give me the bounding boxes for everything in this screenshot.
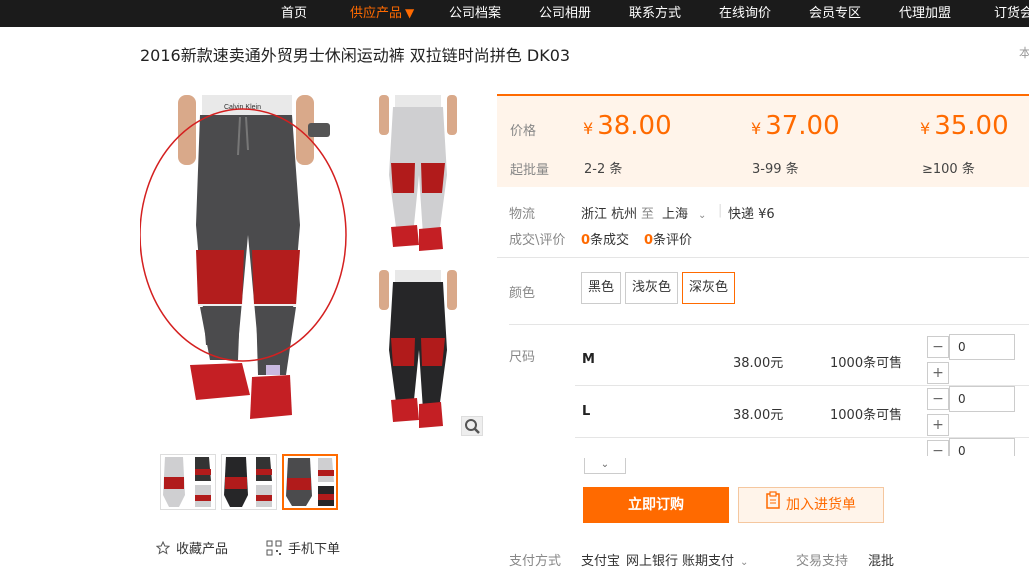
logistics-to-word: 至 bbox=[641, 203, 654, 222]
chevron-down-icon: ⌄ bbox=[740, 557, 748, 568]
price-label: 价格 bbox=[510, 120, 536, 139]
logistics-destination[interactable]: 上海⌄ bbox=[662, 203, 706, 222]
payment-credit[interactable]: 账期支付⌄ bbox=[682, 550, 748, 569]
thumbnail-black-art bbox=[222, 455, 276, 509]
nav-contact[interactable]: 联系方式 bbox=[629, 0, 681, 27]
deals-label: 成交\评价 bbox=[509, 229, 565, 248]
favorite-label: 收藏产品 bbox=[176, 542, 228, 557]
star-icon bbox=[156, 541, 170, 559]
thumbnail-light-gray-art bbox=[161, 455, 215, 509]
nav-order-fair[interactable]: 订货会 bbox=[994, 0, 1029, 27]
chevron-down-icon: ⌄ bbox=[698, 210, 706, 221]
reviews-count[interactable]: 0条评价 bbox=[644, 229, 692, 248]
thumbnail-black[interactable] bbox=[221, 454, 277, 510]
thumbnail-light-gray[interactable] bbox=[160, 454, 216, 510]
nav-members[interactable]: 会员专区 bbox=[809, 0, 861, 27]
payment-online-bank: 网上银行 bbox=[626, 550, 678, 569]
expand-sizes-button[interactable]: ⌄ bbox=[584, 458, 626, 474]
nav-products-label: 供应产品 bbox=[350, 6, 402, 21]
thumbnail-dark-gray[interactable] bbox=[282, 454, 338, 510]
nav-home[interactable]: 首页 bbox=[281, 0, 307, 27]
color-option-black[interactable]: 黑色 bbox=[581, 272, 621, 304]
favorite-product[interactable]: 收藏产品 bbox=[156, 538, 228, 559]
price-tier-3: ¥35.00 bbox=[920, 111, 1009, 141]
decrease-button[interactable]: − bbox=[927, 336, 949, 358]
trade-support-label: 交易支持 bbox=[796, 550, 848, 569]
qr-code-icon bbox=[266, 540, 282, 560]
logistics-label: 物流 bbox=[509, 203, 535, 222]
buy-now-button[interactable]: 立即订购 bbox=[583, 487, 729, 523]
size-name: L bbox=[582, 404, 590, 419]
qty-tier-1: 2-2 条 bbox=[584, 158, 622, 177]
deals-count[interactable]: 0条成交 bbox=[581, 229, 629, 248]
quantity-input[interactable]: 0 bbox=[949, 386, 1015, 412]
product-title: 2016新款速卖通外贸男士休闲运动裤 双拉链时尚拼色 DK03 bbox=[140, 42, 570, 66]
divider bbox=[509, 324, 1029, 325]
moq-label: 起批量 bbox=[510, 159, 549, 178]
top-nav: 首页 供应产品▼ 公司档案 公司相册 联系方式 在线询价 会员专区 代理加盟 订… bbox=[0, 0, 1029, 27]
nav-company-profile[interactable]: 公司档案 bbox=[449, 0, 501, 27]
add-to-cart-button[interactable]: 加入进货单 bbox=[738, 487, 884, 523]
logistics-divider: | bbox=[718, 203, 722, 218]
corner-text: 本 bbox=[1019, 44, 1029, 61]
size-price: 38.00元 bbox=[733, 352, 783, 371]
increase-button[interactable]: + bbox=[927, 414, 949, 436]
price-tier-1: ¥38.00 bbox=[583, 111, 672, 141]
color-option-dark-gray[interactable]: 深灰色 bbox=[682, 272, 735, 304]
quantity-input[interactable]: 0 bbox=[949, 334, 1015, 360]
price-tier-2: ¥37.00 bbox=[751, 111, 840, 141]
trade-support-value: 混批 bbox=[868, 550, 894, 569]
qty-tier-3: ≥100 条 bbox=[922, 158, 975, 177]
payment-label: 支付方式 bbox=[509, 550, 561, 569]
main-product-image[interactable]: Calvin Klein bbox=[140, 95, 352, 435]
size-stock: 1000条可售 bbox=[830, 404, 902, 423]
size-price: 38.00元 bbox=[733, 404, 783, 423]
qty-tier-2: 3-99 条 bbox=[752, 158, 799, 177]
logistics-from: 浙江 杭州 bbox=[581, 203, 637, 222]
thumbnail-dark-gray-art bbox=[284, 456, 336, 508]
payment-alipay: 支付宝 bbox=[581, 550, 620, 569]
decrease-button[interactable]: − bbox=[927, 388, 949, 410]
chevron-down-icon: ⌄ bbox=[601, 459, 609, 470]
side-image-black[interactable] bbox=[373, 270, 463, 435]
size-stock: 1000条可售 bbox=[830, 352, 902, 371]
color-label: 颜色 bbox=[509, 282, 535, 301]
magnifier-icon bbox=[462, 417, 484, 437]
side-image-light-gray-art bbox=[373, 95, 463, 255]
size-name: M bbox=[582, 352, 595, 367]
nav-company-album[interactable]: 公司相册 bbox=[539, 0, 591, 27]
divider bbox=[497, 257, 1029, 258]
nav-agency[interactable]: 代理加盟 bbox=[899, 0, 951, 27]
logistics-express: 快递 ¥6 bbox=[728, 203, 775, 222]
mobile-order[interactable]: 手机下单 bbox=[266, 538, 340, 560]
caret-down-icon: ▼ bbox=[405, 6, 414, 20]
nav-inquiry[interactable]: 在线询价 bbox=[719, 0, 771, 27]
side-image-black-art bbox=[373, 270, 463, 435]
quantity-input[interactable]: 0 bbox=[949, 438, 1015, 456]
price-box: 价格 起批量 ¥38.00 ¥37.00 ¥35.00 2-2 条 3-99 条… bbox=[497, 94, 1029, 187]
color-option-light-gray[interactable]: 浅灰色 bbox=[625, 272, 678, 304]
main-product-image-art: Calvin Klein bbox=[140, 95, 352, 435]
increase-button[interactable]: + bbox=[927, 362, 949, 384]
side-image-light-gray[interactable] bbox=[373, 95, 463, 255]
size-list[interactable]: M 38.00元 1000条可售 − 0 + L 38.00元 1000条可售 … bbox=[497, 330, 1029, 456]
decrease-button[interactable]: − bbox=[927, 440, 949, 456]
nav-products[interactable]: 供应产品▼ bbox=[350, 0, 414, 27]
zoom-button[interactable] bbox=[461, 416, 483, 436]
clipboard-icon bbox=[766, 488, 780, 522]
mobile-order-label: 手机下单 bbox=[288, 542, 340, 557]
add-to-cart-label: 加入进货单 bbox=[786, 497, 856, 513]
